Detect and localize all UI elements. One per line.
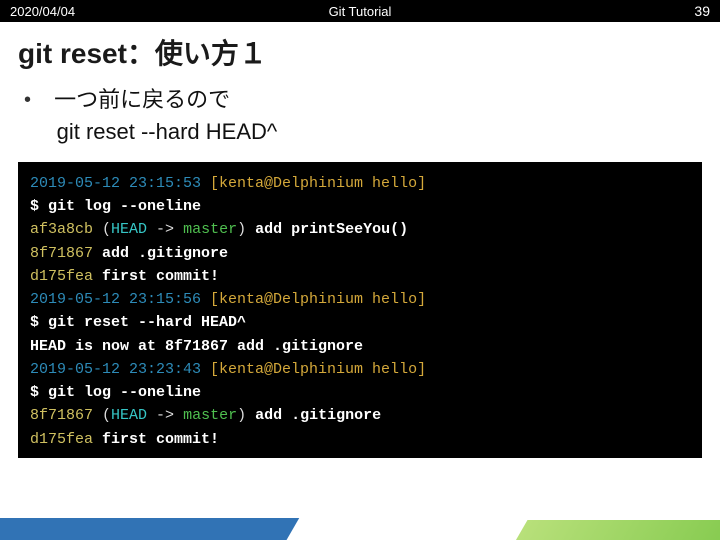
commit-hash: d175fea [30,431,102,448]
term-line: 8f71867 add .gitignore [30,242,690,265]
command-text: git log --oneline [48,198,201,215]
head-ref: HEAD [111,221,147,238]
command-text: git log --oneline [48,384,201,401]
term-line: 2019-05-12 23:23:43 [kenta@Delphinium he… [30,358,690,381]
paren: ) [237,221,255,238]
arrow: -> [147,407,183,424]
head-ref: HEAD [111,407,147,424]
term-line: d175fea first commit! [30,428,690,451]
slide-title: git reset：使い方１ [0,22,720,84]
slide-date: 2020/04/04 [10,4,75,19]
bullet-item: 一つ前に戻るので git reset --hard HEAD^ [28,84,692,148]
branch-name: master [183,221,237,238]
commit-msg: add .gitignore [255,407,381,424]
deck-title: Git Tutorial [329,4,392,19]
bullet-text-2: git reset --hard HEAD^ [28,119,277,144]
output-text: HEAD is now at 8f71867 add .gitignore [30,338,363,355]
dollar-prompt: $ [30,198,48,215]
terminal-block: 2019-05-12 23:15:53 [kenta@Delphinium he… [18,162,702,458]
commit-msg: add .gitignore [102,245,228,262]
host-prompt: [kenta@Delphinium hello] [201,291,426,308]
paren: ) [237,407,255,424]
commit-msg: first commit! [102,268,219,285]
timestamp: 2019-05-12 23:23:43 [30,361,201,378]
dollar-prompt: $ [30,314,48,331]
host-prompt: [kenta@Delphinium hello] [201,361,426,378]
bullet-list: 一つ前に戻るので git reset --hard HEAD^ [0,84,720,162]
commit-msg: add printSeeYou() [255,221,408,238]
arrow: -> [147,221,183,238]
term-line: $ git log --oneline [30,195,690,218]
top-bar: 2020/04/04 Git Tutorial 39 [0,0,720,22]
commit-msg: first commit! [102,431,219,448]
term-line: $ git log --oneline [30,381,690,404]
host-prompt: [kenta@Delphinium hello] [201,175,426,192]
term-line: $ git reset --hard HEAD^ [30,311,690,334]
paren: ( [102,221,111,238]
timestamp: 2019-05-12 23:15:56 [30,291,201,308]
footer-area [0,518,720,540]
commit-hash: 8f71867 [30,245,102,262]
page-number: 39 [694,3,710,19]
commit-hash: af3a8cb [30,221,102,238]
term-line: af3a8cb (HEAD -> master) add printSeeYou… [30,218,690,241]
term-line: d175fea first commit! [30,265,690,288]
term-line: 2019-05-12 23:15:53 [kenta@Delphinium he… [30,172,690,195]
term-line: HEAD is now at 8f71867 add .gitignore [30,335,690,358]
accent-green [512,520,720,540]
accent-blue [0,518,302,540]
term-line: 2019-05-12 23:15:56 [kenta@Delphinium he… [30,288,690,311]
bullet-text-1: 一つ前に戻るので [54,87,230,112]
timestamp: 2019-05-12 23:15:53 [30,175,201,192]
commit-hash: d175fea [30,268,102,285]
term-line: 8f71867 (HEAD -> master) add .gitignore [30,404,690,427]
paren: ( [102,407,111,424]
branch-name: master [183,407,237,424]
commit-hash: 8f71867 [30,407,102,424]
dollar-prompt: $ [30,384,48,401]
command-text: git reset --hard HEAD^ [48,314,246,331]
